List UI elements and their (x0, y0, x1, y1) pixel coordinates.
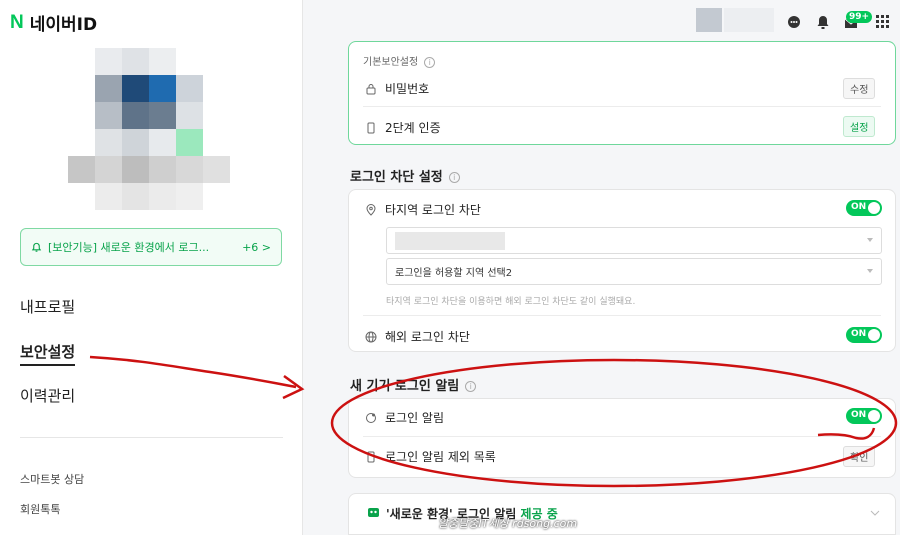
phone-icon (367, 122, 375, 133)
link-talktalk[interactable]: 회원톡톡 (20, 501, 60, 517)
menu-security-settings[interactable]: 보안설정 (20, 341, 76, 366)
exclude-list-confirm-button[interactable]: 확인 (843, 446, 876, 467)
two-factor-row: 2단계 인증 (365, 119, 441, 136)
bell-icon[interactable] (816, 15, 830, 29)
banner-text: [보안기능] 새로운 환경에서 로그... (48, 241, 210, 254)
banner-count: +6 > (242, 240, 271, 254)
exclude-list-row: 로그인 알림 제외 목록 (365, 448, 496, 465)
password-row: 비밀번호 (365, 80, 429, 97)
toggle-knob (868, 329, 880, 341)
info-icon[interactable]: i (465, 381, 477, 392)
sidebar-divider (20, 437, 283, 438)
overseas-block-row: 해외 로그인 차단 (365, 328, 470, 345)
info-icon[interactable]: i (424, 56, 436, 68)
toggle-knob (868, 202, 880, 214)
divider (363, 106, 881, 107)
profile-name-blurred[interactable] (724, 8, 774, 32)
toggle-on-label: ON (851, 329, 867, 339)
bell-icon (31, 242, 42, 252)
chat-icon[interactable] (787, 15, 801, 29)
robot-icon (368, 508, 379, 517)
chevron-down-icon[interactable] (870, 510, 880, 517)
alert-shield-icon (366, 412, 376, 423)
login-alert-row: 로그인 알림 (365, 409, 444, 426)
region-block-row: 타지역 로그인 차단 (365, 201, 481, 218)
chevron-down-icon (867, 238, 873, 242)
toggle-on-label: ON (851, 202, 867, 212)
phone-icon (367, 451, 375, 462)
two-factor-setup-button[interactable]: 설정 (843, 116, 876, 137)
link-smartbot[interactable]: 스마트봇 상담 (20, 471, 84, 487)
two-factor-label: 2단계 인증 (385, 121, 441, 135)
menu-my-profile[interactable]: 내프로필 (20, 296, 75, 317)
naver-logo-mark: N (10, 11, 24, 33)
region-select-2-value: 로그인을 허용할 지역 선택2 (395, 268, 513, 279)
divider (363, 436, 881, 437)
location-pin-icon (366, 203, 376, 216)
watermark: 알중달중IT세상 rdsong.com (438, 517, 578, 530)
password-edit-button[interactable]: 수정 (843, 78, 876, 99)
region-select-1[interactable] (386, 227, 882, 254)
overseas-block-label: 해외 로그인 차단 (385, 330, 470, 344)
avatar[interactable] (68, 48, 230, 258)
toggle-on-label: ON (851, 410, 867, 420)
profile-thumbnail[interactable] (696, 8, 722, 32)
info-icon[interactable]: i (448, 172, 460, 183)
exclude-list-label: 로그인 알림 제외 목록 (385, 450, 496, 464)
region-hint: 타지역 로그인 차단을 이용하면 해외 로그인 차단도 같이 실행돼요. (386, 297, 636, 307)
naver-id-logo[interactable]: N 네이버ID (10, 10, 98, 36)
security-feature-banner[interactable]: [보안기능] 새로운 환경에서 로그... +6 > (20, 228, 282, 266)
logo-text: 네이버ID (29, 15, 98, 35)
notification-badge: 99+ (846, 11, 873, 23)
new-device-title: 새 기기 로그인 알림 i (350, 375, 477, 394)
lock-icon (366, 83, 376, 94)
login-alert-toggle[interactable]: ON (846, 408, 882, 424)
region-block-label: 타지역 로그인 차단 (385, 203, 481, 217)
divider (363, 315, 881, 316)
blurred-region-value (395, 232, 505, 250)
password-label: 비밀번호 (385, 82, 430, 96)
basic-security-title: 기본보안설정 i (363, 53, 436, 68)
login-block-title: 로그인 차단 설정 i (350, 166, 460, 185)
toggle-knob (868, 410, 880, 422)
apps-grid-icon[interactable] (876, 15, 890, 29)
login-alert-label: 로그인 알림 (385, 411, 445, 425)
menu-history[interactable]: 이력관리 (20, 385, 75, 406)
globe-icon (365, 331, 377, 342)
overseas-block-toggle[interactable]: ON (846, 327, 882, 343)
chevron-down-icon (867, 269, 873, 273)
region-select-2[interactable]: 로그인을 허용할 지역 선택2 (386, 258, 882, 285)
region-block-toggle[interactable]: ON (846, 200, 882, 216)
